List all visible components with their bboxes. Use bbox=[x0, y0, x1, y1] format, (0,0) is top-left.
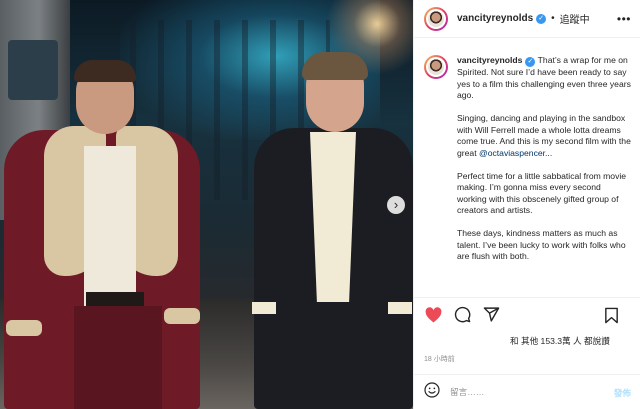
header-separator: • bbox=[551, 13, 555, 24]
comment-input[interactable] bbox=[450, 387, 590, 397]
person-left bbox=[4, 60, 204, 409]
instagram-post: › vancityreynolds ✓ • 追蹤中 ••• vancityrey… bbox=[0, 0, 640, 409]
caption-ellipsis: ... bbox=[545, 147, 553, 158]
post-header: vancityreynolds ✓ • 追蹤中 ••• bbox=[414, 0, 640, 38]
following-button[interactable]: 追蹤中 bbox=[560, 11, 590, 26]
action-bar bbox=[414, 297, 640, 331]
header-username[interactable]: vancityreynolds bbox=[457, 13, 533, 24]
caption-area: vancityreynolds ✓ That’s a wrap for me on… bbox=[414, 39, 640, 296]
mention-link[interactable]: @octaviaspencer bbox=[479, 148, 545, 158]
likes-count[interactable]: 和 其他 153.3萬 人 都說讚 bbox=[510, 335, 610, 347]
post-side-panel: vancityreynolds ✓ • 追蹤中 ••• vancityreyno… bbox=[413, 0, 640, 409]
avatar-image bbox=[428, 10, 444, 27]
share-icon[interactable] bbox=[482, 306, 500, 324]
post-photo[interactable]: › bbox=[0, 0, 413, 409]
caption-verified-badge-icon: ✓ bbox=[525, 57, 536, 67]
caption-username[interactable]: vancityreynolds bbox=[457, 55, 522, 65]
more-horizontal-icon[interactable]: ••• bbox=[617, 12, 631, 26]
caption-text: vancityreynolds ✓ That’s a wrap for me on… bbox=[457, 55, 631, 263]
caption-avatar[interactable] bbox=[424, 55, 448, 79]
caption-avatar-image bbox=[428, 59, 444, 75]
person-right bbox=[250, 52, 413, 409]
next-photo-button[interactable]: › bbox=[387, 196, 405, 214]
caption-paragraph-4: These days, kindness matters as much as … bbox=[457, 228, 626, 261]
emoji-icon[interactable] bbox=[424, 381, 440, 403]
post-timestamp[interactable]: 18 小時前 bbox=[424, 354, 455, 364]
heart-icon[interactable] bbox=[424, 306, 442, 324]
verified-badge-icon: ✓ bbox=[536, 13, 547, 24]
post-comment-button[interactable]: 發佈 bbox=[614, 387, 631, 399]
caption-paragraph-3: Perfect time for a little sabbatical fro… bbox=[457, 170, 627, 216]
comment-bar: 發佈 bbox=[414, 374, 640, 409]
comment-icon[interactable] bbox=[453, 306, 471, 324]
bookmark-icon[interactable] bbox=[602, 306, 620, 324]
avatar[interactable] bbox=[424, 6, 448, 31]
